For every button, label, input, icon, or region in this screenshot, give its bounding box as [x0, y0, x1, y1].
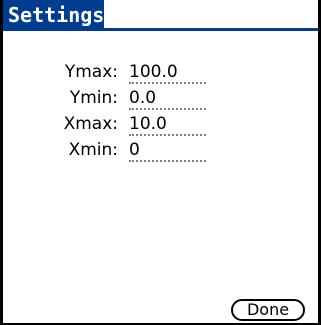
ymin-row: Ymin: 0.0: [3, 86, 318, 110]
xmax-row: Xmax: 10.0: [3, 112, 318, 136]
ymin-field[interactable]: 0.0: [129, 86, 206, 110]
settings-screen: Settings Ymax: 100.0 Ymin: 0.0 Xmax: 10.…: [0, 0, 321, 325]
xmin-label: Xmin:: [68, 140, 118, 160]
xmax-label: Xmax:: [63, 114, 118, 134]
title-bar: Settings: [3, 0, 318, 31]
xmax-field[interactable]: 10.0: [129, 112, 206, 136]
done-button[interactable]: Done: [231, 299, 305, 321]
ymax-label: Ymax:: [64, 62, 118, 82]
xmin-field[interactable]: 0: [129, 138, 206, 162]
ymax-row: Ymax: 100.0: [3, 60, 318, 84]
xmin-row: Xmin: 0: [3, 138, 318, 162]
page-title: Settings: [3, 0, 104, 31]
title-divider: [104, 28, 318, 31]
ymin-label: Ymin:: [69, 88, 118, 108]
ymax-field[interactable]: 100.0: [129, 60, 206, 84]
